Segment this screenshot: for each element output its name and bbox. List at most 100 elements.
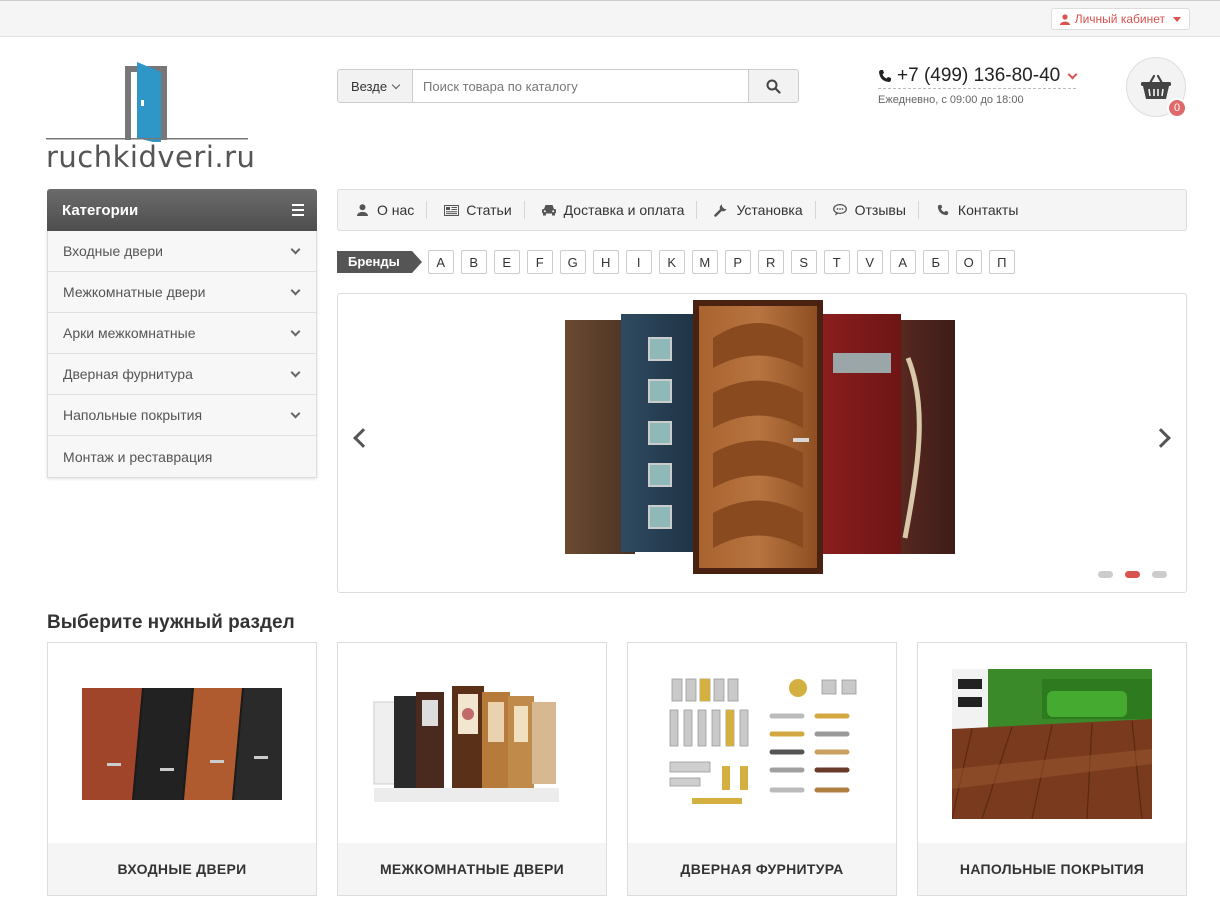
slider-dot[interactable] [1152,571,1167,578]
category-item[interactable]: Дверная фурнитура [48,354,316,395]
category-item[interactable]: Входные двери [48,231,316,272]
brand-letter[interactable]: H [592,250,619,274]
card-image [918,643,1186,844]
nav-label: Отзывы [854,202,906,218]
entrance-doors-image [82,687,282,800]
category-label: Напольные покрытия [63,407,203,423]
card-label: МЕЖКОМНАТНЫЕ ДВЕРИ [338,843,606,895]
slider-dot[interactable] [1098,571,1113,578]
slider-prev-arrow[interactable] [353,428,373,448]
category-item[interactable]: Арки межкомнатные [48,313,316,354]
brand-letter[interactable]: G [559,250,586,274]
category-label: Арки межкомнатные [63,325,196,341]
nav-label: О нас [377,202,415,218]
brand-letter[interactable]: P [724,250,751,274]
caret-down-icon [1173,16,1181,22]
newspaper-icon [443,202,459,218]
nav-divider [426,201,428,219]
flooring-image [952,668,1152,819]
brand-letter[interactable]: I [625,250,652,274]
brand-letter[interactable]: R [757,250,784,274]
brand-letter[interactable]: П [988,250,1015,274]
nav-label: Установка [736,202,803,218]
category-card-flooring[interactable]: НАПОЛЬНЫЕ ПОКРЫТИЯ [917,642,1187,896]
main-nav: О нас Статьи Доставка и оплата Установка… [337,189,1187,231]
nav-item-articles[interactable]: Статьи [439,200,523,220]
nav-item-reviews[interactable]: Отзывы [828,200,918,220]
brand-letter[interactable]: B [460,250,487,274]
category-label: Дверная фурнитура [63,366,193,382]
chevron-down-icon[interactable] [290,326,301,337]
cart-button[interactable]: 0 [1126,57,1187,118]
categories-header[interactable]: Категории [47,189,317,231]
category-card-door-hardware[interactable]: ДВЕРНАЯ ФУРНИТУРА [627,642,897,896]
banner-slider [337,293,1187,593]
chevron-down-icon[interactable] [290,244,301,255]
nav-item-delivery[interactable]: Доставка и оплата [537,200,697,220]
nav-divider [523,201,525,219]
nav-item-installation[interactable]: Установка [709,200,814,220]
slider-dots [1098,571,1167,578]
card-label: НАПОЛЬНЫЕ ПОКРЫТИЯ [918,843,1186,895]
cart-count-badge: 0 [1167,98,1187,118]
card-image [48,643,316,844]
wrench-icon [713,202,729,218]
category-item[interactable]: Монтаж и реставрация [48,436,316,477]
chevron-down-icon[interactable] [290,367,301,378]
nav-divider [696,201,698,219]
brand-letter[interactable]: О [955,250,982,274]
chevron-down-icon[interactable] [290,285,301,296]
section-title: Выберите нужный раздел [47,612,295,633]
chevron-down-icon [1067,69,1078,79]
brand-letter[interactable]: A [427,250,454,274]
category-label: Монтаж и реставрация [63,448,213,465]
brand-letter[interactable]: E [493,250,520,274]
top-bar: Личный кабинет [0,0,1220,37]
search-bar: Везде [337,69,799,103]
nav-label: Доставка и оплата [563,202,685,218]
categories-title: Категории [62,201,139,219]
brands-filter: Бренды A B E F G H I K M P R S T V А Б О… [337,250,1022,274]
category-item[interactable]: Напольные покрытия [48,395,316,436]
phone-hours: Ежедневно, с 09:00 до 18:00 [878,94,1024,106]
door-logo-icon [46,62,248,142]
user-icon [354,202,370,218]
nav-item-contacts[interactable]: Контакты [931,200,1030,220]
categories-list: Входные двери Межкомнатные двери Арки ме… [47,231,317,478]
user-icon [1059,13,1070,25]
phone-icon [935,202,951,218]
category-card-interior-doors[interactable]: МЕЖКОМНАТНЫЕ ДВЕРИ [337,642,607,896]
brand-letter[interactable]: А [889,250,916,274]
slider-dot-active[interactable] [1125,571,1140,578]
slider-next-arrow[interactable] [1151,428,1171,448]
brand-letter[interactable]: F [526,250,553,274]
nav-divider [917,201,919,219]
brand-letter[interactable]: K [658,250,685,274]
brand-letter[interactable]: S [790,250,817,274]
brand-letter[interactable]: V [856,250,883,274]
nav-label: Статьи [466,202,512,218]
search-scope-label: Везде [350,78,388,94]
phone-block: +7 (499) 136-80-40 Ежедневно, с 09:00 до… [878,65,1078,106]
basket-icon [1141,74,1171,99]
nav-item-about[interactable]: О нас [350,200,426,220]
chevron-down-icon[interactable] [290,408,301,419]
nav-divider [814,201,816,219]
phone-dropdown[interactable]: +7 (499) 136-80-40 [878,65,1078,89]
card-image [338,643,606,844]
car-icon [541,202,557,218]
door-hardware-image [669,678,857,804]
category-card-entrance-doors[interactable]: ВХОДНЫЕ ДВЕРИ [47,642,317,896]
comment-icon [832,202,848,218]
logo-text: ruchkidveri.ru [46,140,256,174]
brand-letter[interactable]: Б [922,250,949,274]
search-input[interactable] [413,70,748,102]
account-button[interactable]: Личный кабинет [1050,8,1190,30]
category-item[interactable]: Межкомнатные двери [48,272,316,313]
brand-letter[interactable]: M [691,250,718,274]
search-scope-dropdown[interactable]: Везде [338,70,413,102]
search-button[interactable] [748,70,798,102]
logo[interactable]: ruchkidveri.ru [46,60,255,178]
phone-number: +7 (499) 136-80-40 [897,65,1061,86]
brand-letter[interactable]: T [823,250,850,274]
